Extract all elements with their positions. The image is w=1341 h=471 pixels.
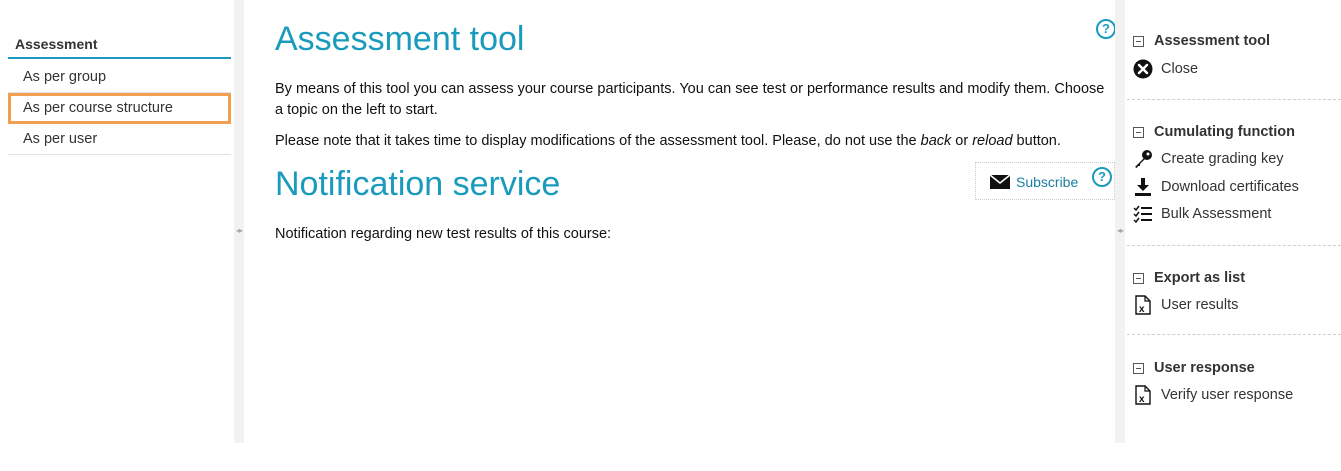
sidebar-item-as-per-user[interactable]: As per user xyxy=(8,124,231,155)
close-icon xyxy=(1133,59,1153,79)
left-splitter[interactable]: ◂▸ xyxy=(234,0,244,443)
download-certificates-link[interactable]: Download certificates xyxy=(1133,177,1299,197)
divider xyxy=(1127,334,1341,335)
divider xyxy=(1127,99,1341,100)
notification-text: Notification regarding new test results … xyxy=(275,226,612,242)
envelope-icon xyxy=(990,175,1010,189)
user-results-link[interactable]: x User results xyxy=(1133,295,1238,315)
checklist-icon xyxy=(1133,205,1152,224)
section-header[interactable]: User response xyxy=(1133,360,1255,376)
notification-heading: Notification service xyxy=(275,165,561,203)
collapse-icon xyxy=(1133,272,1144,284)
svg-text:x: x xyxy=(1139,394,1145,405)
collapse-icon xyxy=(1133,35,1144,47)
excel-file-icon: x xyxy=(1135,295,1151,315)
right-panel: Assessment tool Close Cumulating functio… xyxy=(1127,0,1341,471)
left-sidebar: Assessment As per group As per course st… xyxy=(0,0,234,471)
verify-user-response-link[interactable]: x Verify user response xyxy=(1133,385,1293,405)
section-header[interactable]: Export as list xyxy=(1133,270,1245,286)
bulk-assessment-link[interactable]: Bulk Assessment xyxy=(1133,204,1271,224)
svg-text:x: x xyxy=(1139,304,1145,315)
section-header[interactable]: Cumulating function xyxy=(1133,124,1295,140)
create-grading-key-link[interactable]: Create grading key xyxy=(1133,149,1284,169)
note-paragraph: Please note that it takes time to displa… xyxy=(275,133,1061,149)
subscribe-label: Subscribe xyxy=(1016,174,1079,190)
divider xyxy=(1127,245,1341,246)
excel-file-icon: x xyxy=(1135,385,1151,405)
close-link[interactable]: Close xyxy=(1133,59,1198,79)
page-title: Assessment tool xyxy=(275,20,525,58)
download-icon xyxy=(1135,178,1151,196)
notification-help-icon[interactable]: ? xyxy=(1092,167,1112,187)
intro-paragraph: By means of this tool you can assess you… xyxy=(275,81,1105,118)
sidebar-item-as-per-course-structure[interactable]: As per course structure xyxy=(8,93,231,124)
help-icon[interactable]: ? xyxy=(1096,19,1116,39)
collapse-icon xyxy=(1133,126,1144,138)
section-header[interactable]: Assessment tool xyxy=(1133,33,1270,49)
main-content: Assessment tool ? By means of this tool … xyxy=(245,0,1116,471)
subscribe-button[interactable]: Subscribe xyxy=(990,174,1078,190)
sidebar-item-as-per-group[interactable]: As per group xyxy=(8,62,231,93)
right-splitter[interactable]: ◂▸ xyxy=(1115,0,1125,443)
collapse-icon xyxy=(1133,362,1144,374)
key-icon xyxy=(1135,150,1152,168)
sidebar-title: Assessment xyxy=(8,35,231,59)
